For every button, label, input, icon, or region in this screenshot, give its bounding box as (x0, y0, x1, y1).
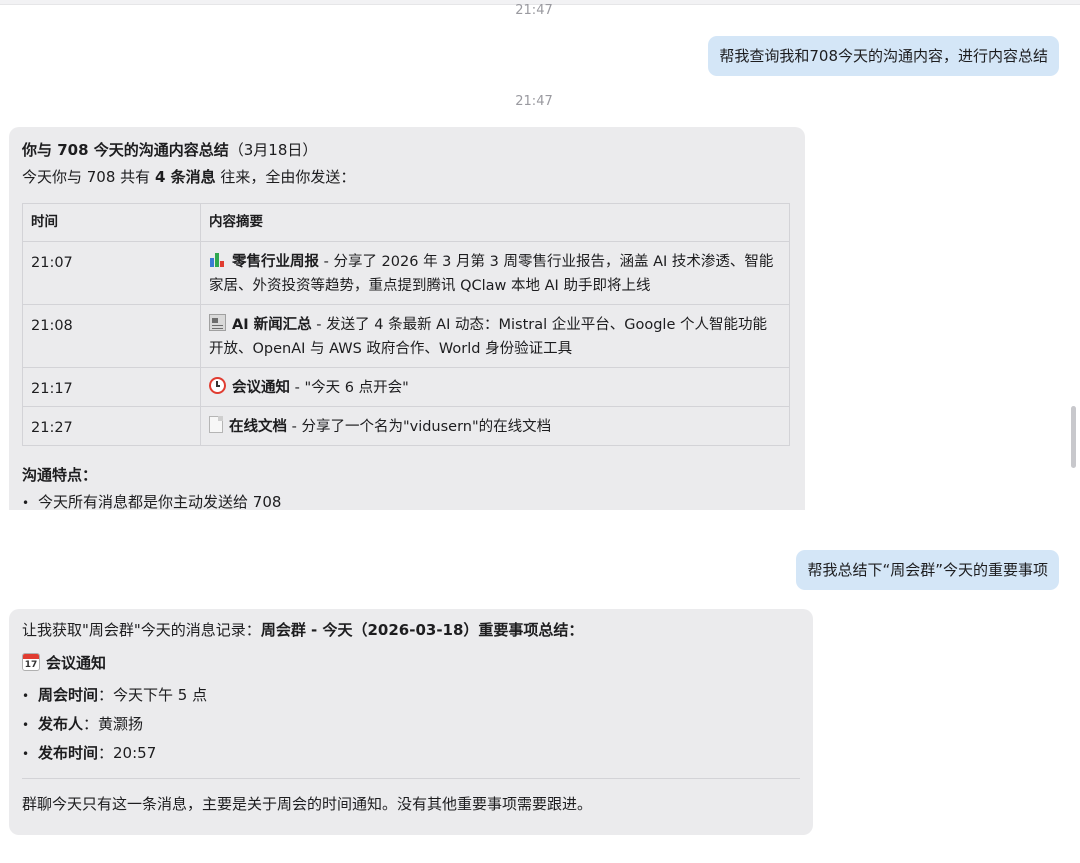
cell-content: 零售行业周报 - 分享了 2026 年 3 月第 3 周零售行业报告，涵盖 AI… (200, 241, 790, 305)
group-summary-intro: 让我获取"周会群"今天的消息记录：周会群 - 今天（2026-03-18）重要事… (22, 617, 800, 644)
cell-time: 21:08 (22, 304, 201, 368)
item-value: ：黄灏扬 (83, 715, 144, 733)
cell-time: 21:17 (22, 367, 201, 407)
summary-footer: 群聊今天只有这一条消息，主要是关于周会的时间通知。没有其他重要事项需要跟进。 (22, 795, 593, 813)
document-icon (209, 416, 223, 433)
item-description: - 分享了一个名为"vidusern"的在线文档 (287, 419, 552, 435)
column-header-content: 内容摘要 (200, 203, 790, 242)
divider (22, 778, 800, 779)
user-message-bubble[interactable]: 帮我总结下“周会群”今天的重要事项 (796, 550, 1059, 590)
item-description: - "今天 6 点开会" (290, 380, 409, 396)
bullet: • (22, 496, 30, 510)
intro-heading: 周会群 - 今天（2026-03-18）重要事项总结： (260, 621, 584, 639)
item-label: 发布时间 (38, 744, 99, 762)
item-label: 发布人 (38, 715, 84, 733)
section-heading: 17 会议通知 (22, 650, 800, 677)
cell-time: 21:07 (22, 241, 201, 305)
newspaper-icon (209, 314, 226, 331)
cell-content: 在线文档 - 分享了一个名为"vidusern"的在线文档 (200, 406, 790, 446)
summary-title: 你与 708 今天的沟通内容总结（3月18日） (22, 137, 792, 164)
calendar-icon: 17 (22, 653, 40, 671)
assistant-message-bubble[interactable]: 让我获取"周会群"今天的消息记录：周会群 - 今天（2026-03-18）重要事… (9, 609, 813, 835)
intro-text: 让我获取"周会群"今天的消息记录： (22, 621, 261, 639)
item-value: ：20:57 (98, 744, 157, 762)
cell-time: 21:27 (22, 406, 201, 446)
list-item: • 周会时间：今天下午 5 点 (22, 681, 800, 710)
table-row: 21:17 会议通知 - "今天 6 点开会" (22, 367, 790, 407)
features-heading: 沟通特点： (22, 466, 98, 484)
table-row: 21:27 在线文档 - 分享了一个名为"vidusern"的在线文档 (22, 406, 790, 446)
message-summary-table: 时间 内容摘要 21:07 零售行业周报 - 分享了 2026 年 3 月第 3… (22, 203, 790, 446)
list-item: • 今天所有消息都是你主动发送给 708 (22, 489, 792, 510)
list-item: • 发布人：黄灏扬 (22, 710, 800, 739)
bullet: • (22, 747, 30, 761)
user-message-bubble[interactable]: 帮我查询我和708今天的沟通内容，进行内容总结 (708, 36, 1059, 76)
summary-intro: 今天你与 708 共有 4 条消息 往来，全由你发送： (22, 164, 792, 191)
scrollbar-thumb[interactable] (1071, 406, 1076, 468)
summary-title-date: （3月18日） (228, 141, 318, 159)
item-label: 周会时间 (38, 686, 99, 704)
bullet: • (22, 689, 30, 703)
timestamp: 21:47 (515, 94, 553, 109)
bullet: • (22, 718, 30, 732)
item-title: 会议通知 (232, 380, 290, 396)
column-header-time: 时间 (22, 203, 201, 242)
section-title: 会议通知 (46, 654, 107, 672)
chat-window: 21:47 帮我查询我和708今天的沟通内容，进行内容总结 21:47 你与 7… (0, 0, 1080, 863)
table-row: 21:08 AI 新闻汇总 - 发送了 4 条最新 AI 动态：Mistral … (22, 304, 790, 368)
intro-count: 4 条消息 (154, 168, 216, 186)
alarm-clock-icon (209, 377, 226, 394)
item-value: ：今天下午 5 点 (98, 686, 208, 704)
item-title: 零售行业周报 (232, 254, 319, 270)
table-row: 21:07 零售行业周报 - 分享了 2026 年 3 月第 3 周零售行业报告… (22, 241, 790, 305)
table-header-row: 时间 内容摘要 (22, 203, 790, 242)
feature-text: 今天所有消息都是你主动发送给 708 (38, 493, 282, 510)
cell-content: 会议通知 - "今天 6 点开会" (200, 367, 790, 407)
calendar-icon-date: 17 (24, 660, 38, 670)
cell-content: AI 新闻汇总 - 发送了 4 条最新 AI 动态：Mistral 企业平台、G… (200, 304, 790, 368)
item-title: AI 新闻汇总 (232, 317, 312, 333)
summary-title-bold: 你与 708 今天的沟通内容总结 (22, 141, 229, 159)
timestamp: 21:47 (515, 3, 553, 18)
intro-text: 今天你与 708 共有 (22, 168, 155, 186)
list-item: • 发布时间：20:57 (22, 739, 800, 768)
intro-text-end: 往来，全由你发送： (215, 168, 356, 186)
bar-chart-icon (209, 251, 226, 268)
assistant-message-bubble[interactable]: 你与 708 今天的沟通内容总结（3月18日） 今天你与 708 共有 4 条消… (9, 127, 805, 510)
item-title: 在线文档 (229, 419, 287, 435)
